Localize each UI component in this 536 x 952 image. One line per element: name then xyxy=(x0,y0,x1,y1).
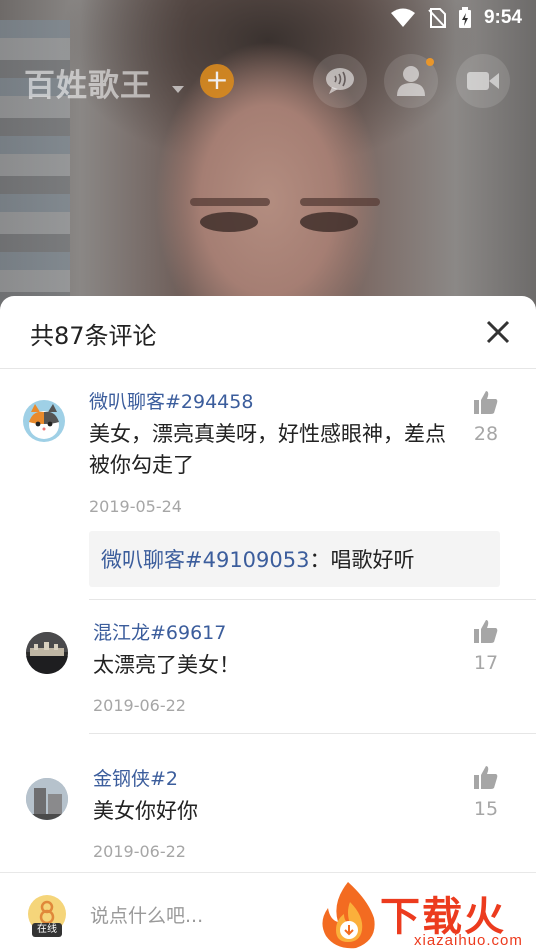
online-badge: 在线 xyxy=(32,923,62,937)
status-bar: 9:54 xyxy=(390,0,536,36)
user-button[interactable] xyxy=(384,54,438,108)
thumbs-up-icon xyxy=(474,620,498,643)
comment-username[interactable]: 金钢侠#2 xyxy=(93,764,178,791)
video-button[interactable] xyxy=(456,54,510,108)
sheet-header: 共87条评论 xyxy=(0,296,536,369)
reply-separator: ： xyxy=(309,548,331,572)
like-button[interactable]: 28 xyxy=(470,389,502,445)
reply-box[interactable]: 微叭聊客#49109053：唱歌好听 xyxy=(89,531,500,587)
comment-text: 美女你好你 xyxy=(93,799,198,823)
battery-charging-icon xyxy=(458,7,471,28)
like-count: 15 xyxy=(473,798,499,820)
avatar[interactable] xyxy=(26,778,68,820)
avatar[interactable] xyxy=(26,632,68,674)
comment-username[interactable]: 混江龙#69617 xyxy=(93,618,226,645)
add-button[interactable]: + xyxy=(200,64,234,98)
user-icon xyxy=(397,66,425,96)
comment-count-title: 共87条评论 xyxy=(30,322,157,350)
status-time: 9:54 xyxy=(483,7,522,28)
face-detail xyxy=(300,212,358,232)
thumbs-up-icon xyxy=(474,391,498,414)
room-title[interactable]: 百姓歌王 xyxy=(24,60,152,105)
wifi-icon xyxy=(390,8,415,27)
face-detail xyxy=(190,198,270,206)
chevron-down-icon[interactable] xyxy=(172,86,184,93)
like-button[interactable]: 15 xyxy=(470,764,502,820)
like-count: 28 xyxy=(473,423,499,445)
chat-button[interactable] xyxy=(313,54,367,108)
like-count: 17 xyxy=(473,652,499,674)
building-avatar-icon xyxy=(26,778,68,820)
comment-text: 美女，漂亮真美呀，好性感眼神，差点被你勾走了 xyxy=(89,422,446,477)
face-detail xyxy=(300,198,380,206)
chat-bubble-icon xyxy=(326,68,354,94)
close-icon[interactable] xyxy=(482,316,514,348)
comment-date: 2019-06-22 xyxy=(93,842,186,861)
cat-avatar-icon xyxy=(29,404,59,439)
watermark-url: xiazaihuo.com xyxy=(414,932,523,949)
landscape-avatar-icon xyxy=(26,632,68,674)
watermark-logo: 下载火 xiazaihuo.com xyxy=(316,880,536,952)
plus-icon: + xyxy=(205,63,229,96)
reply-username[interactable]: 微叭聊客#49109053 xyxy=(101,548,309,572)
avatar[interactable] xyxy=(23,400,65,442)
thumbs-up-icon xyxy=(474,766,498,789)
comment-item: 混江龙#69617 太漂亮了美女！ 2019-06-22 17 xyxy=(0,600,536,734)
face-detail xyxy=(200,212,258,232)
comment-item: 金钢侠#2 美女你好你 2019-06-22 15 xyxy=(0,734,536,868)
live-video-background xyxy=(0,0,536,320)
comment-input[interactable]: 说点什么吧... xyxy=(90,901,203,928)
comment-item: 微叭聊客#294458 美女，漂亮真美呀，好性感眼神，差点被你勾走了 2019-… xyxy=(0,369,536,599)
notification-dot xyxy=(426,58,434,66)
comment-date: 2019-05-24 xyxy=(89,497,182,516)
comment-date: 2019-06-22 xyxy=(93,696,186,715)
flame-logo-icon xyxy=(322,882,375,949)
comments-sheet: 共87条评论 微叭聊客#294458 美女，漂亮真美呀，好性感眼神，差点被你勾走… xyxy=(0,296,536,952)
video-camera-icon xyxy=(467,72,499,90)
comment-username[interactable]: 微叭聊客#294458 xyxy=(89,387,253,414)
no-sim-icon xyxy=(428,8,446,28)
like-button[interactable]: 17 xyxy=(470,618,502,674)
reply-text: 唱歌好听 xyxy=(330,548,415,572)
comment-text: 太漂亮了美女！ xyxy=(93,653,240,677)
